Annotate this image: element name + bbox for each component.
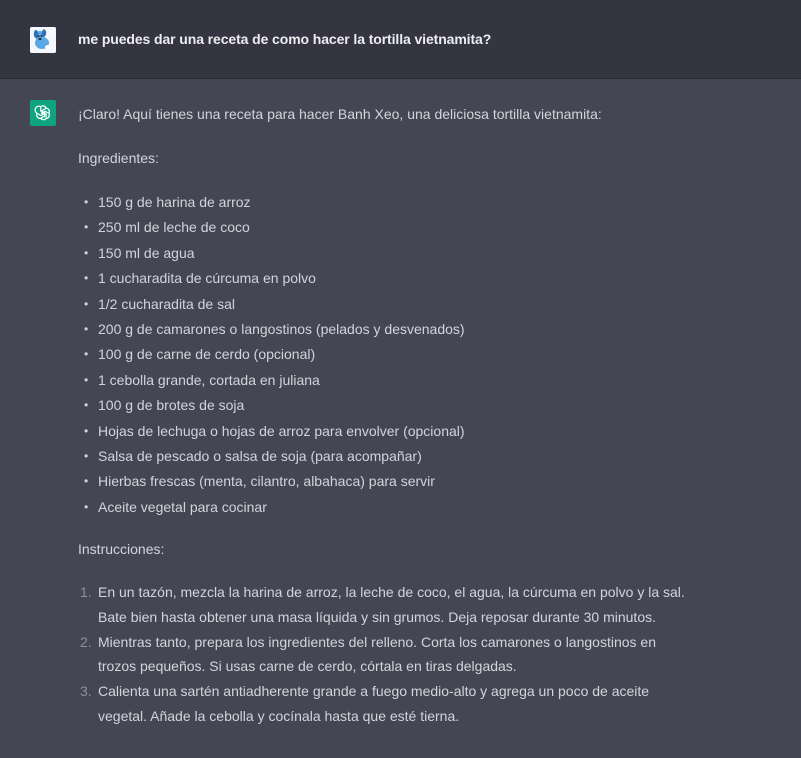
- user-avatar-icon: [30, 27, 56, 53]
- user-message-text: me puedes dar una receta de como hacer l…: [78, 31, 492, 47]
- bullet-icon: •: [84, 423, 89, 438]
- list-item: • 1 cebolla grande, cortada en juliana: [78, 368, 465, 393]
- list-item: • 1 cucharadita de cúrcuma en polvo: [78, 266, 465, 291]
- bullet-icon: •: [84, 321, 89, 336]
- user-message-row: me puedes dar una receta de como hacer l…: [0, 0, 801, 79]
- list-item: 2. Mientras tanto, prepara los ingredient…: [78, 630, 688, 680]
- step-number: 1.: [80, 584, 92, 600]
- list-item: • 150 g de harina de arroz: [78, 190, 465, 215]
- step-text: En un tazón, mezcla la harina de arroz, …: [98, 584, 685, 625]
- step-number: 2.: [80, 633, 92, 650]
- list-item: 3. Calienta una sartén antiadherente gran…: [78, 679, 688, 729]
- bullet-icon: •: [84, 220, 89, 235]
- ingredients-heading: Ingredientes:: [78, 150, 159, 166]
- step-number: 3.: [80, 683, 92, 700]
- bullet-icon: •: [84, 372, 89, 387]
- bullet-icon: •: [84, 448, 89, 463]
- bullet-icon: •: [84, 195, 89, 209]
- bullet-icon: •: [84, 499, 89, 514]
- list-item: • 1/2 cucharadita de sal: [78, 292, 465, 317]
- list-item: • 100 g de brotes de soja: [78, 393, 465, 418]
- openai-logo-icon: [30, 100, 56, 126]
- list-item: • 150 ml de agua: [78, 241, 465, 266]
- list-item: • Hojas de lechuga o hojas de arroz para …: [78, 419, 465, 444]
- step-text: Mientras tanto, prepara los ingredientes…: [98, 633, 656, 675]
- bullet-icon: •: [84, 347, 89, 362]
- bullet-icon: •: [84, 245, 89, 260]
- list-item: • 100 g de carne de cerdo (opcional): [78, 342, 465, 367]
- list-item: • Aceite vegetal para cocinar: [78, 495, 465, 520]
- instructions-list: 1. En un tazón, mezcla la harina de arroz…: [78, 580, 688, 729]
- bullet-icon: •: [84, 296, 89, 311]
- bullet-icon: •: [84, 271, 89, 286]
- list-item: • 250 ml de leche de coco: [78, 215, 465, 240]
- instructions-heading: Instrucciones:: [78, 541, 165, 557]
- bullet-icon: •: [84, 398, 89, 413]
- assistant-intro: ¡Claro! Aquí tienes una receta para hace…: [78, 106, 602, 122]
- list-item: • Salsa de pescado o salsa de soja (para …: [78, 444, 465, 469]
- bullet-icon: •: [84, 474, 89, 489]
- assistant-message-row: ¡Claro! Aquí tienes una receta para hace…: [0, 79, 801, 758]
- list-item: 1. En un tazón, mezcla la harina de arroz…: [78, 580, 688, 630]
- list-item: • 200 g de camarones o langostinos (pelad…: [78, 317, 465, 342]
- list-item: • Hierbas frescas (menta, cilantro, albah…: [78, 469, 465, 494]
- step-text: Calienta una sartén antiadherente grande…: [98, 683, 650, 724]
- ingredients-list: • 150 g de harina de arroz • 250 ml de lec…: [78, 190, 465, 520]
